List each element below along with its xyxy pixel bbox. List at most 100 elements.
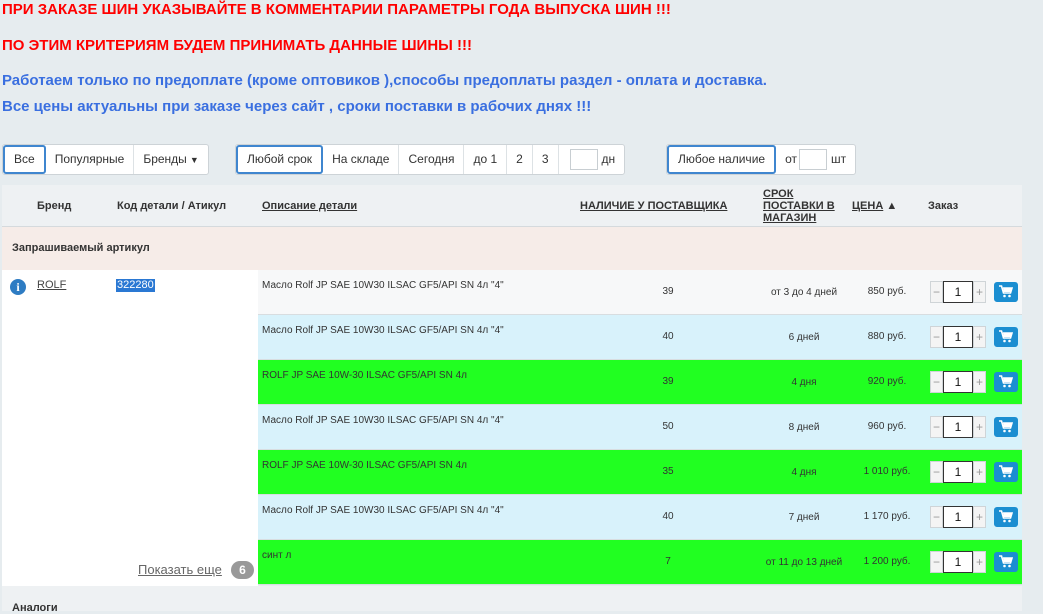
minus-icon[interactable]: − <box>930 326 943 348</box>
row-order-controls: − 1 + <box>930 281 1018 303</box>
filter-brands-dropdown[interactable]: Бренды ▼ <box>134 145 207 174</box>
row-order-controls: − 1 + <box>930 326 1018 348</box>
brand-link[interactable]: ROLF <box>37 279 66 291</box>
row-term: 4 дня <box>791 466 817 478</box>
cart-icon[interactable] <box>994 417 1018 437</box>
row-description: Масло Rolf JP SAE 10W30 ILSAC GF5/API SN… <box>262 325 504 336</box>
notice-prepayment: Работаем только по предоплате (кроме опт… <box>2 72 767 89</box>
sort-asc-icon: ▲ <box>886 200 898 212</box>
row-price: 1 170 руб. <box>863 511 911 522</box>
table-row: синт л 7 от 11 до 13 дней 1 200 руб. − 1… <box>258 540 1022 585</box>
quantity-input[interactable]: 1 <box>943 461 973 483</box>
filter-2-days-button[interactable]: 2 <box>507 145 533 174</box>
header-order: Заказ <box>928 200 959 212</box>
table-row: ROLF JP SAE 10W-30 ILSAC GF5/API SN 4л 3… <box>258 450 1022 495</box>
stock-min-input[interactable] <box>798 149 827 171</box>
row-description: ROLF JP SAE 10W-30 ILSAC GF5/API SN 4л <box>262 370 467 381</box>
filter-any-stock-button[interactable]: Любое наличие <box>667 145 777 174</box>
quantity-input[interactable]: 1 <box>943 551 973 573</box>
row-price: 920 руб. <box>867 376 907 387</box>
minus-icon[interactable]: − <box>930 416 943 438</box>
plus-icon[interactable]: + <box>973 281 986 303</box>
minus-icon[interactable]: − <box>930 371 943 393</box>
row-order-controls: − 1 + <box>930 506 1018 528</box>
row-availability: 7 <box>665 556 671 567</box>
quantity-input[interactable]: 1 <box>943 506 973 528</box>
filter-in-stock-button[interactable]: На складе <box>323 145 400 174</box>
filter-up-to-1-button[interactable]: до 1 <box>464 145 508 174</box>
row-order-controls: − 1 + <box>930 551 1018 573</box>
stock-from-label: от <box>785 152 797 166</box>
row-term: 7 дней <box>788 511 820 523</box>
cart-icon[interactable] <box>994 507 1018 527</box>
table-row: Масло Rolf JP SAE 10W30 ILSAC GF5/API SN… <box>258 405 1022 450</box>
header-term-line1[interactable]: СРОК <box>763 188 793 200</box>
cart-icon[interactable] <box>994 462 1018 482</box>
minus-icon[interactable]: − <box>930 461 943 483</box>
filter-3-days-button[interactable]: 3 <box>533 145 559 174</box>
show-more-link[interactable]: Показать еще <box>138 562 222 577</box>
plus-icon[interactable]: + <box>973 326 986 348</box>
row-price: 1 010 руб. <box>863 466 911 477</box>
row-term: 8 дней <box>788 421 820 433</box>
row-availability: 40 <box>662 331 674 342</box>
cart-icon[interactable] <box>994 282 1018 302</box>
row-availability: 40 <box>662 511 674 522</box>
section-analogs-label: Аналоги <box>12 602 58 614</box>
header-term-line2[interactable]: ПОСТАВКИ В <box>763 200 835 212</box>
header-code: Код детали / Атикул <box>117 200 227 212</box>
plus-icon[interactable]: + <box>973 371 986 393</box>
filter-today-button[interactable]: Сегодня <box>399 145 465 174</box>
table-row: Масло Rolf JP SAE 10W30 ILSAC GF5/API SN… <box>258 495 1022 540</box>
notice-prices-actual: Все цены актуальны при заказе через сайт… <box>2 98 592 115</box>
stock-unit-label: шт <box>830 152 847 166</box>
caret-down-icon: ▼ <box>189 155 199 165</box>
section-analogs: Аналоги <box>2 586 1022 614</box>
term-filter-group: Любой срок На складе Сегодня до 1 2 3 дн <box>235 144 626 175</box>
row-availability: 50 <box>662 421 674 432</box>
header-availability[interactable]: НАЛИЧИЕ У ПОСТАВЩИКА <box>580 200 727 212</box>
header-price[interactable]: ЦЕНА ▲ <box>852 200 897 212</box>
row-description: синт л <box>262 550 292 561</box>
code-cell <box>114 270 258 586</box>
row-description: Масло Rolf JP SAE 10W30 ILSAC GF5/API SN… <box>262 505 504 516</box>
filter-popular-button[interactable]: Популярные <box>46 145 135 174</box>
filter-days-custom: дн <box>559 145 625 174</box>
plus-icon[interactable]: + <box>973 416 986 438</box>
plus-icon[interactable]: + <box>973 506 986 528</box>
info-icon[interactable]: i <box>10 279 26 295</box>
brand-filter-group: Все Популярные Бренды ▼ <box>2 144 209 175</box>
quantity-input[interactable]: 1 <box>943 416 973 438</box>
filter-any-term-button[interactable]: Любой срок <box>236 145 324 174</box>
cart-icon[interactable] <box>994 372 1018 392</box>
row-description: Масло Rolf JP SAE 10W30 ILSAC GF5/API SN… <box>262 280 504 291</box>
cart-icon[interactable] <box>994 327 1018 347</box>
plus-icon[interactable]: + <box>973 461 986 483</box>
row-order-controls: − 1 + <box>930 371 1018 393</box>
stock-filter-group: Любое наличие от шт <box>666 144 857 175</box>
section-requested-article: Запрашиваемый артикул <box>2 227 1022 270</box>
days-unit-label: дн <box>601 152 616 166</box>
part-code: 322280 <box>116 279 155 292</box>
row-description: Масло Rolf JP SAE 10W30 ILSAC GF5/API SN… <box>262 415 504 426</box>
row-order-controls: − 1 + <box>930 461 1018 483</box>
notice-tires-comment: ПРИ ЗАКАЗЕ ШИН УКАЗЫВАЙТЕ В КОММЕНТАРИИ … <box>2 1 671 18</box>
quantity-input[interactable]: 1 <box>943 326 973 348</box>
row-order-controls: − 1 + <box>930 416 1018 438</box>
quantity-input[interactable]: 1 <box>943 371 973 393</box>
minus-icon[interactable]: − <box>930 551 943 573</box>
row-availability: 39 <box>662 286 674 297</box>
minus-icon[interactable]: − <box>930 281 943 303</box>
cart-icon[interactable] <box>994 552 1018 572</box>
plus-icon[interactable]: + <box>973 551 986 573</box>
row-price: 850 руб. <box>867 286 907 297</box>
quantity-input[interactable]: 1 <box>943 281 973 303</box>
row-price: 1 200 руб. <box>863 556 911 567</box>
row-price: 960 руб. <box>867 421 907 432</box>
minus-icon[interactable]: − <box>930 506 943 528</box>
notice-tires-criteria: ПО ЭТИМ КРИТЕРИЯМ БУДЕМ ПРИНИМАТЬ ДАННЫЕ… <box>2 37 473 54</box>
days-input[interactable] <box>569 149 598 171</box>
filter-all-button[interactable]: Все <box>3 145 46 174</box>
header-description[interactable]: Описание детали <box>262 200 357 212</box>
header-term-line3[interactable]: МАГАЗИН <box>763 212 816 224</box>
